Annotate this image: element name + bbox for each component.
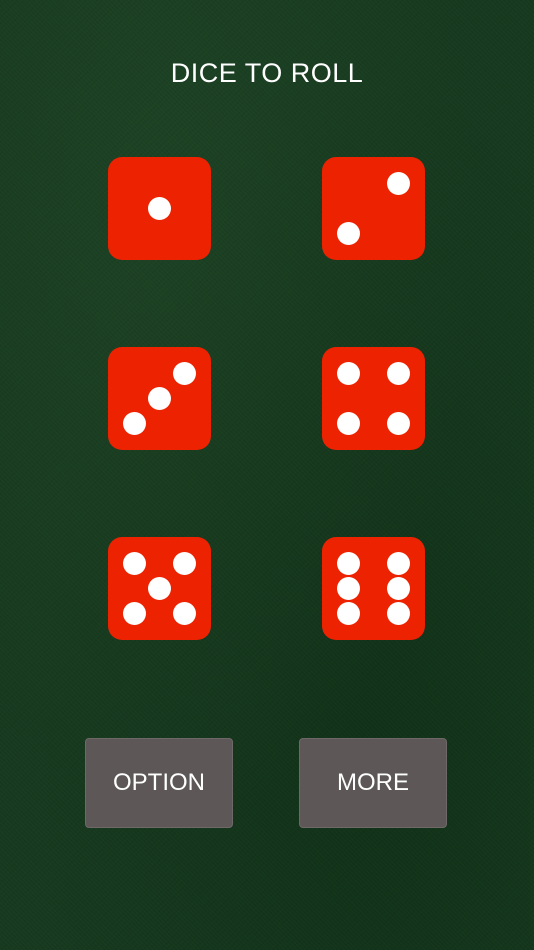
die-pip: [386, 551, 410, 575]
die-pip: [147, 196, 171, 220]
die-pip: [386, 576, 410, 600]
die-five[interactable]: [108, 537, 211, 640]
die-four[interactable]: [322, 347, 425, 450]
die-pip: [122, 601, 146, 625]
die-two[interactable]: [322, 157, 425, 260]
die-six[interactable]: [322, 537, 425, 640]
die-pip: [172, 551, 196, 575]
die-pip: [386, 361, 410, 385]
die-pip: [386, 411, 410, 435]
option-button[interactable]: OPTION: [85, 738, 233, 828]
die-three[interactable]: [108, 347, 211, 450]
more-button[interactable]: MORE: [299, 738, 447, 828]
die-pip: [386, 171, 410, 195]
die-pip: [172, 361, 196, 385]
felt-background: [0, 0, 534, 950]
die-one[interactable]: [108, 157, 211, 260]
die-pip: [122, 411, 146, 435]
die-pip: [147, 386, 171, 410]
die-pip: [336, 601, 360, 625]
die-pip: [336, 221, 360, 245]
die-pip: [172, 601, 196, 625]
die-pip: [336, 551, 360, 575]
die-pip: [336, 361, 360, 385]
die-pip: [122, 551, 146, 575]
die-pip: [386, 601, 410, 625]
die-pip: [336, 411, 360, 435]
die-pip: [147, 576, 171, 600]
page-title: DICE TO ROLL: [170, 58, 364, 88]
die-pip: [336, 576, 360, 600]
